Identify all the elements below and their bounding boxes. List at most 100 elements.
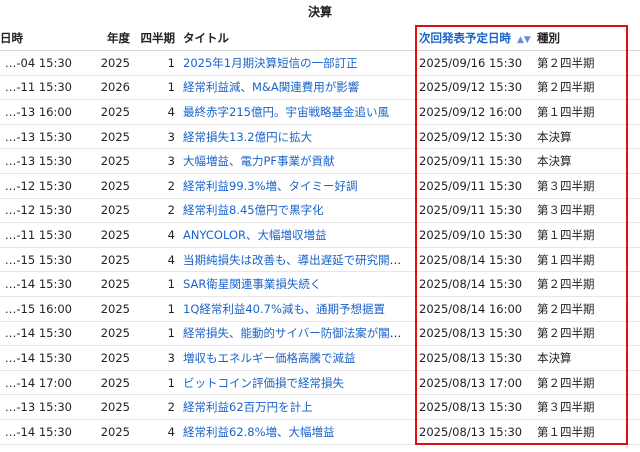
col-header-next-date-label: 次回発表予定日時 bbox=[419, 30, 511, 45]
cell-datetime: -05-14 17:00 bbox=[0, 370, 76, 396]
title-link[interactable]: 最終赤字215億円。宇宙戦略基金追い風 bbox=[183, 105, 389, 119]
cell-next-date: 2025/08/14 16:00 bbox=[415, 296, 533, 322]
col-header-kind[interactable]: 種別 bbox=[533, 25, 640, 51]
cell-title: 1Q経常利益40.7%減も、通期予想据置 bbox=[179, 296, 415, 322]
table-row[interactable]: -05-15 15:30 2025 4 当期純損失は改善も、導出遅延で研究開発費… 20… bbox=[0, 247, 640, 273]
cell-year: 2025 bbox=[76, 124, 134, 150]
title-link[interactable]: 1Q経常利益40.7%減も、通期予想据置 bbox=[183, 302, 385, 316]
table-row[interactable]: -06-13 15:30 2025 3 大幅増益、電力PF事業が貢献 2025/09/1… bbox=[0, 148, 640, 174]
table-row[interactable]: -05-15 16:00 2025 1 1Q経常利益40.7%減も、通期予想据置 202… bbox=[0, 296, 640, 322]
table-row[interactable]: -07-04 15:30 2025 1 2025年1月期決算短信の一部訂正 2025/0… bbox=[0, 50, 640, 76]
cell-datetime: -06-13 15:30 bbox=[0, 124, 76, 150]
cell-datetime: -05-15 15:30 bbox=[0, 247, 76, 273]
cell-next-date: 2025/09/11 15:30 bbox=[415, 198, 533, 224]
table-row[interactable]: -06-13 16:00 2025 4 最終赤字215億円。宇宙戦略基金追い風 2025… bbox=[0, 99, 640, 125]
cell-title: 経常損失、能動的サイバー防御法案が閣議決… bbox=[179, 321, 415, 347]
title-link[interactable]: 当期純損失は改善も、導出遅延で研究開発費… bbox=[183, 253, 415, 267]
cell-title: 増収もエネルギー価格高騰で減益 bbox=[179, 345, 415, 371]
title-link[interactable]: 増収もエネルギー価格高騰で減益 bbox=[183, 351, 356, 365]
title-link[interactable]: 経常利益62百万円を計上 bbox=[183, 400, 313, 414]
cell-next-date: 2025/09/10 15:30 bbox=[415, 222, 533, 248]
cell-quarter: 4 bbox=[134, 222, 179, 248]
datetime-text: -05-13 15:30 bbox=[0, 400, 72, 415]
cell-quarter: 4 bbox=[134, 419, 179, 445]
cell-next-date: 2025/09/12 15:30 bbox=[415, 75, 533, 101]
title-link[interactable]: ANYCOLOR、大幅増収増益 bbox=[183, 228, 327, 242]
datetime-text: -05-14 15:30 bbox=[0, 350, 72, 365]
table-row[interactable]: -05-14 15:30 2025 4 経常利益62.8%増、大幅増益 2025/08/… bbox=[0, 419, 640, 445]
cell-year: 2025 bbox=[76, 321, 134, 347]
table-row[interactable]: -06-12 15:30 2025 2 経常利益99.3%増、タイミー好調 2025/0… bbox=[0, 173, 640, 199]
cell-year: 2025 bbox=[76, 394, 134, 420]
datetime-text: -06-12 15:30 bbox=[0, 203, 72, 218]
col-header-quarter[interactable]: 四半期 bbox=[134, 25, 179, 51]
table-row[interactable]: -05-14 15:30 2025 1 経常損失、能動的サイバー防御法案が閣議決… 20… bbox=[0, 321, 640, 347]
cell-year: 2026 bbox=[76, 75, 134, 101]
table-row[interactable]: -05-14 17:00 2025 1 ビットコイン評価損で経常損失 2025/08/1… bbox=[0, 370, 640, 396]
cell-datetime: -05-14 15:30 bbox=[0, 345, 76, 371]
cell-datetime: -05-15 16:00 bbox=[0, 296, 76, 322]
table-row[interactable]: -06-11 15:30 2026 1 経常利益減、M&A関連費用が影響 2025/09… bbox=[0, 75, 640, 101]
title-link[interactable]: 経常利益減、M&A関連費用が影響 bbox=[183, 80, 359, 94]
title-link[interactable]: 経常利益99.3%増、タイミー好調 bbox=[183, 179, 358, 193]
cell-next-date: 2025/08/13 17:00 bbox=[415, 370, 533, 396]
cell-year: 2025 bbox=[76, 50, 134, 76]
cell-quarter: 4 bbox=[134, 247, 179, 273]
table-row[interactable]: -05-14 15:30 2025 1 SAR衛星関連事業損失続く 2025/08/14… bbox=[0, 271, 640, 297]
cell-next-date: 2025/08/14 15:30 bbox=[415, 247, 533, 273]
datetime-text: -06-13 15:30 bbox=[0, 129, 72, 144]
datetime-text: -05-15 15:30 bbox=[0, 252, 72, 267]
table-row[interactable]: -06-13 15:30 2025 3 経常損失13.2億円に拡大 2025/09/12… bbox=[0, 124, 640, 150]
title-link[interactable]: 経常損失13.2億円に拡大 bbox=[183, 130, 312, 144]
col-header-year[interactable]: 年度 bbox=[76, 25, 134, 51]
title-link[interactable]: 経常利益8.45億円で黒字化 bbox=[183, 203, 324, 217]
cell-title: 経常損失13.2億円に拡大 bbox=[179, 124, 415, 150]
table-row[interactable]: -05-14 15:30 2025 3 増収もエネルギー価格高騰で減益 2025/08/… bbox=[0, 345, 640, 371]
cell-datetime: -06-13 16:00 bbox=[0, 99, 76, 125]
section-title: 決算 bbox=[307, 5, 332, 19]
cell-next-date: 2025/09/11 15:30 bbox=[415, 148, 533, 174]
cell-next-date: 2025/09/12 15:30 bbox=[415, 124, 533, 150]
cell-quarter: 2 bbox=[134, 173, 179, 199]
title-link[interactable]: 経常損失、能動的サイバー防御法案が閣議決… bbox=[183, 326, 415, 340]
cell-kind: 第３四半期 bbox=[533, 394, 640, 420]
cell-kind: 本決算 bbox=[533, 148, 640, 174]
col-header-next-date[interactable]: 次回発表予定日時 ▲▼ bbox=[415, 25, 533, 51]
title-link[interactable]: ビットコイン評価損で経常損失 bbox=[183, 376, 344, 390]
title-link[interactable]: SAR衛星関連事業損失続く bbox=[183, 277, 321, 291]
title-link[interactable]: 2025年1月期決算短信の一部訂正 bbox=[183, 56, 358, 70]
cell-quarter: 1 bbox=[134, 370, 179, 396]
title-link[interactable]: 大幅増益、電力PF事業が貢献 bbox=[183, 154, 335, 168]
cell-next-date: 2025/08/13 15:30 bbox=[415, 394, 533, 420]
cell-datetime: -07-04 15:30 bbox=[0, 50, 76, 76]
cell-datetime: -06-12 15:30 bbox=[0, 173, 76, 199]
cell-kind: 第１四半期 bbox=[533, 99, 640, 125]
col-header-datetime[interactable]: 日時 bbox=[0, 25, 76, 51]
cell-datetime: -06-11 15:30 bbox=[0, 222, 76, 248]
title-link[interactable]: 経常利益62.8%増、大幅増益 bbox=[183, 425, 335, 439]
cell-title: 大幅増益、電力PF事業が貢献 bbox=[179, 148, 415, 174]
cell-title: SAR衛星関連事業損失続く bbox=[179, 271, 415, 297]
earnings-panel: 決算 日時 年度 四半期 タイトル 次回発表予定日時 ▲▼ 種別 -07-04 1… bbox=[0, 0, 640, 452]
col-header-title[interactable]: タイトル bbox=[179, 25, 415, 51]
datetime-text: -06-11 15:30 bbox=[0, 227, 72, 242]
cell-quarter: 4 bbox=[134, 99, 179, 125]
cell-year: 2025 bbox=[76, 173, 134, 199]
sort-up-down-icon[interactable]: ▲▼ bbox=[517, 35, 531, 45]
cell-year: 2025 bbox=[76, 296, 134, 322]
cell-title: 当期純損失は改善も、導出遅延で研究開発費… bbox=[179, 247, 415, 273]
cell-quarter: 1 bbox=[134, 271, 179, 297]
cell-next-date: 2025/09/16 15:30 bbox=[415, 50, 533, 76]
table-row[interactable]: -06-12 15:30 2025 2 経常利益8.45億円で黒字化 2025/09/1… bbox=[0, 198, 640, 224]
cell-next-date: 2025/09/11 15:30 bbox=[415, 173, 533, 199]
cell-next-date: 2025/08/13 15:30 bbox=[415, 419, 533, 445]
table-row[interactable]: -05-13 15:30 2025 2 経常利益62百万円を計上 2025/08/13 … bbox=[0, 394, 640, 420]
cell-title: 経常利益減、M&A関連費用が影響 bbox=[179, 75, 415, 101]
table-row[interactable]: -06-11 15:30 2025 4 ANYCOLOR、大幅増収増益 2025/09/… bbox=[0, 222, 640, 248]
cell-year: 2025 bbox=[76, 198, 134, 224]
cell-datetime: -05-13 15:30 bbox=[0, 394, 76, 420]
cell-kind: 第１四半期 bbox=[533, 247, 640, 273]
cell-quarter: 1 bbox=[134, 296, 179, 322]
cell-year: 2025 bbox=[76, 148, 134, 174]
cell-datetime: -05-14 15:30 bbox=[0, 321, 76, 347]
